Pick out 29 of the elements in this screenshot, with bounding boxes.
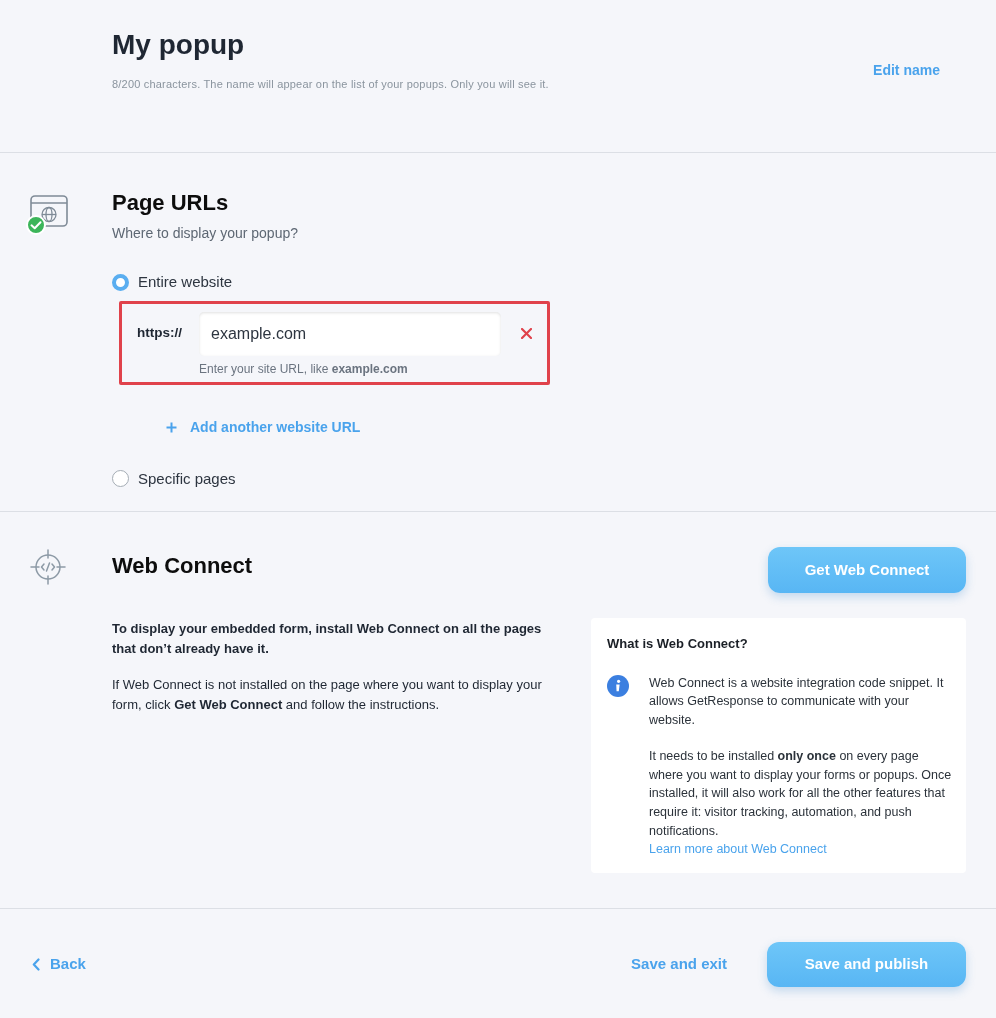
radio-label[interactable]: Entire website (138, 271, 233, 294)
url-input[interactable]: example.com (199, 311, 501, 356)
radio-button[interactable] (112, 470, 129, 488)
info-title: What is Web Connect? (607, 635, 748, 653)
learn-more-link[interactable]: Learn more about Web Connect (649, 842, 827, 857)
info-paragraph: Web Connect is a website integration code snippet. It allows GetResponse to communicate with your website. (649, 674, 945, 729)
url-prefix: https:// (137, 324, 183, 343)
get-web-connect-button[interactable]: Get Web Connect (768, 547, 966, 593)
info-paragraph: It needs to be installed only once on every page where you want to display your forms or popups. Once installed, it will also work for all the other features that require it: visitor tracking, automation, and push notifications. (649, 748, 952, 840)
instructions-text: If Web Connect is not installed on the page where you want to display your form, click Get Web Connect and follow the instructions. (112, 676, 543, 714)
save-and-publish-button[interactable]: Save and publish (767, 941, 966, 987)
edit-name-link[interactable]: Edit name (873, 60, 940, 81)
back-link[interactable]: Back (32, 952, 86, 976)
browser-globe-icon (30, 195, 68, 227)
chevron-left-icon (32, 957, 40, 971)
radio-label[interactable]: Specific pages (138, 467, 236, 490)
remove-icon[interactable] (521, 328, 532, 339)
name-hint: 8/200 characters. The name will appear on the list of your popups. Only you will see it. (112, 77, 549, 92)
info-icon (607, 674, 629, 697)
section-title: Page URLs (112, 189, 229, 217)
plus-icon (166, 421, 177, 433)
popup-title: My popup (112, 28, 245, 62)
url-hint: Enter your site URL, like example.com (199, 360, 408, 378)
add-url-link[interactable]: Add another website URL (166, 416, 361, 438)
save-and-exit-link[interactable]: Save and exit (631, 952, 727, 976)
intro-text: To display your embedded form, install Web Connect on all the pages that don’t already have it. (112, 620, 543, 658)
section-title: Web Connect (112, 552, 253, 580)
section-subtitle: Where to display your popup? (112, 224, 298, 243)
radio-button[interactable] (112, 273, 129, 291)
